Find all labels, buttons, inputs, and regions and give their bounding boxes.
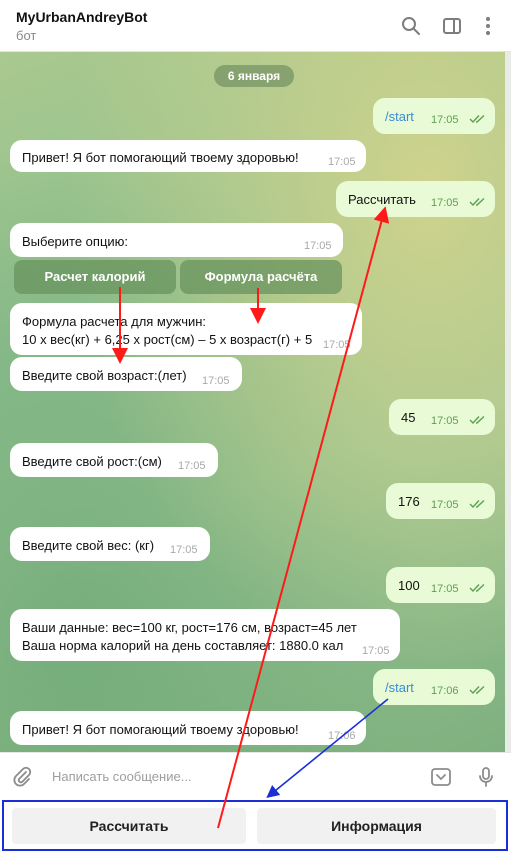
- message-input[interactable]: Написать сообщение...: [52, 769, 192, 784]
- message-time: 17:05: [170, 544, 198, 556]
- message-time: 17:05: [304, 240, 332, 252]
- date-separator: 6 января: [214, 65, 294, 87]
- message-text-line1: Формула расчета для мужчин:: [22, 314, 207, 329]
- message-text: Выберите опцию:: [22, 234, 129, 249]
- keyboard-toggle-icon[interactable]: [429, 765, 453, 789]
- outgoing-message: /start 17:05: [373, 98, 495, 134]
- message-text: Введите свой вес: (кг): [22, 538, 155, 553]
- incoming-message: Введите свой возраст:(лет) 17:05: [10, 357, 242, 391]
- outgoing-message: Рассчитать 17:05: [336, 181, 495, 217]
- message-text: Привет! Я бот помогающий твоему здоровью…: [22, 722, 299, 737]
- message-time: 17:05: [431, 415, 459, 427]
- incoming-message: Формула расчета для мужчин: 10 х вес(кг)…: [10, 303, 362, 355]
- keyboard-highlight-box: [2, 800, 508, 851]
- double-check-icon: [469, 197, 485, 207]
- chat-subtitle: бот: [16, 28, 37, 43]
- incoming-message: Введите свой вес: (кг) 17:05: [10, 527, 210, 561]
- search-icon[interactable]: [399, 14, 423, 38]
- chat-title[interactable]: MyUrbanAndreyBot: [16, 9, 147, 25]
- inline-button-calorie-calc[interactable]: Расчет калорий: [14, 260, 176, 294]
- double-check-icon: [469, 114, 485, 124]
- message-time: 17:05: [431, 197, 459, 209]
- message-text: 100: [398, 578, 420, 593]
- message-time: 17:05: [202, 375, 230, 387]
- double-check-icon: [469, 583, 485, 593]
- chat-scrollbar[interactable]: [505, 52, 511, 752]
- paperclip-icon[interactable]: [10, 765, 34, 789]
- message-text: 45: [401, 410, 416, 425]
- message-text[interactable]: /start: [385, 108, 414, 125]
- message-text-line2: 10 х вес(кг) + 6,25 x рост(см) – 5 х воз…: [22, 332, 313, 347]
- chat-header: MyUrbanAndreyBot бот: [0, 0, 511, 52]
- message-text: Введите свой рост:(см): [22, 454, 162, 469]
- message-input-bar: Написать сообщение...: [0, 752, 511, 800]
- message-text: Привет! Я бот помогающий твоему здоровью…: [22, 150, 299, 165]
- outgoing-message: 100 17:05: [386, 567, 495, 603]
- message-text: 176: [398, 494, 420, 509]
- message-text: Введите свой возраст:(лет): [22, 368, 187, 383]
- message-text-line2: Ваша норма калорий на день составляет: 1…: [22, 638, 344, 653]
- message-time: 17:05: [362, 645, 390, 657]
- message-text: Рассчитать: [348, 192, 416, 207]
- message-text-line1: Ваши данные: вес=100 кг, рост=176 см, во…: [22, 620, 357, 635]
- message-time: 17:05: [178, 460, 206, 472]
- double-check-icon: [469, 499, 485, 509]
- outgoing-message: 176 17:05: [386, 483, 495, 519]
- outgoing-message: 45 17:05: [389, 399, 495, 435]
- message-time: 17:06: [431, 685, 459, 697]
- message-time: 17:05: [328, 156, 356, 168]
- message-time: 17:05: [431, 114, 459, 126]
- sidebar-toggle-icon[interactable]: [440, 14, 464, 38]
- incoming-message: Ваши данные: вес=100 кг, рост=176 см, во…: [10, 609, 400, 661]
- incoming-message: Выберите опцию: 17:05: [10, 223, 343, 257]
- more-vertical-icon[interactable]: [476, 14, 500, 38]
- microphone-icon[interactable]: [474, 765, 498, 789]
- message-time: 17:05: [431, 583, 459, 595]
- message-time: 17:05: [431, 499, 459, 511]
- incoming-message: Привет! Я бот помогающий твоему здоровью…: [10, 140, 366, 172]
- incoming-message: Привет! Я бот помогающий твоему здоровью…: [10, 711, 366, 745]
- message-time: 17:06: [328, 730, 356, 742]
- message-time: 17:05: [323, 339, 351, 351]
- double-check-icon: [469, 415, 485, 425]
- incoming-message: Введите свой рост:(см) 17:05: [10, 443, 218, 477]
- double-check-icon: [469, 685, 485, 695]
- chat-area: 6 января /start 17:05 Привет! Я бот помо…: [0, 52, 505, 752]
- message-text[interactable]: /start: [385, 679, 414, 696]
- outgoing-message: /start 17:06: [373, 669, 495, 705]
- inline-button-formula[interactable]: Формула расчёта: [180, 260, 342, 294]
